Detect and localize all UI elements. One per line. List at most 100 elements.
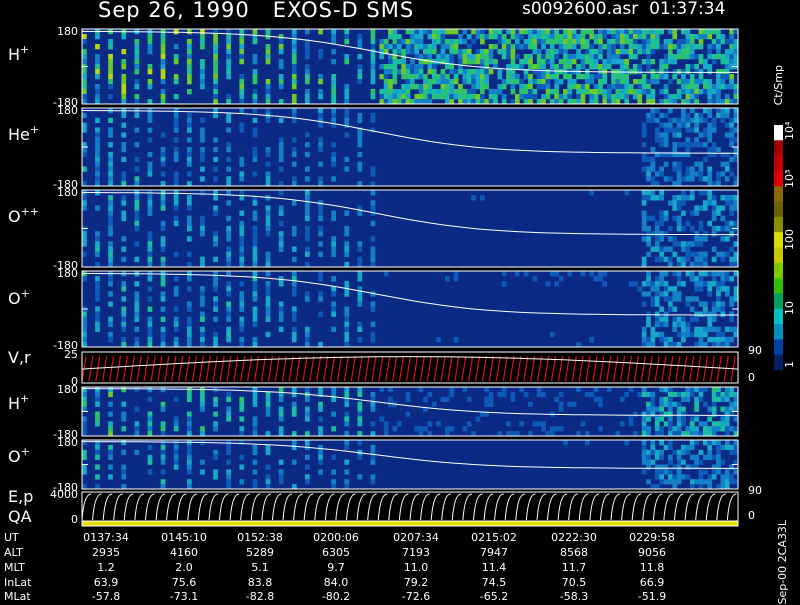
heatmap-cell: [134, 316, 140, 322]
heatmap-cell: [729, 44, 734, 50]
heatmap-cell: [252, 171, 258, 177]
heatmap-cell: [694, 316, 699, 322]
heatmap-cell: [681, 261, 686, 268]
footer-value: -58.3: [560, 590, 588, 600]
heatmap-cell: [121, 195, 127, 201]
heatmap-cell: [278, 44, 284, 50]
heatmap-cell: [252, 311, 258, 317]
heatmap-cell: [633, 49, 638, 55]
heatmap-cell: [654, 132, 660, 138]
heatmap-cell: [187, 59, 192, 65]
heatmap-cell: [95, 205, 100, 211]
heatmap-cell: [716, 205, 721, 211]
heatmap-cell: [318, 241, 323, 247]
heatmap-cell: [519, 421, 524, 427]
heatmap-cell: [239, 29, 245, 35]
heatmap-cell: [147, 316, 153, 322]
heatmap-cell: [672, 59, 678, 65]
heatmap-cell: [95, 261, 100, 268]
heatmap-cell: [698, 39, 704, 45]
heatmap-cell: [672, 142, 678, 148]
heatmap-cell: [458, 59, 463, 65]
heatmap-cell: [720, 271, 726, 277]
heatmap-cell: [668, 411, 673, 417]
heatmap-cell: [239, 401, 245, 407]
heatmap-cell: [506, 74, 511, 80]
heatmap-cell: [318, 205, 323, 211]
heatmap-cell: [589, 79, 594, 85]
heatmap-cell: [410, 74, 415, 80]
heatmap-cell: [331, 215, 336, 222]
heatmap-cell: [318, 94, 323, 100]
heatmap-cell: [187, 336, 192, 343]
heatmap-cell: [523, 89, 529, 95]
heatmap-cell: [82, 122, 87, 128]
heatmap-cell: [611, 44, 616, 50]
heatmap-cell: [357, 64, 363, 70]
heatmap-cell: [357, 69, 363, 75]
heatmap-cell: [160, 276, 166, 282]
heatmap-cell: [200, 127, 205, 133]
heatmap-cell: [344, 89, 350, 95]
heatmap-cell: [318, 444, 323, 451]
heatmap-cell: [523, 391, 529, 398]
heatmap-cell: [252, 94, 258, 100]
heatmap-cell: [724, 469, 730, 475]
heatmap-cell: [134, 341, 140, 348]
heatmap-cell: [685, 256, 691, 263]
heatmap-cell: [501, 94, 507, 100]
heatmap-cell: [471, 79, 476, 85]
heatmap-cell: [641, 440, 647, 446]
heatmap-cell: [82, 321, 87, 328]
footer-value: -51.9: [638, 590, 666, 600]
heatmap-cell: [278, 49, 284, 55]
heatmap-cell: [641, 469, 647, 475]
heatmap-cell: [187, 151, 192, 158]
heatmap-cell: [681, 49, 686, 55]
footer-row-label: ALT: [4, 546, 23, 559]
heatmap-cell: [357, 54, 363, 60]
heatmap-cell: [659, 331, 664, 338]
heatmap-cell: [291, 54, 297, 60]
heatmap-cell: [523, 84, 529, 90]
heatmap-cell: [239, 39, 245, 45]
heatmap-cell: [549, 74, 555, 80]
heatmap-cell: [554, 281, 559, 287]
heatmap-cell: [549, 49, 555, 55]
heatmap-cell: [545, 39, 551, 45]
heatmap-cell: [379, 64, 385, 70]
heatmap-cell: [598, 74, 603, 80]
heatmap-cell: [318, 341, 323, 348]
heatmap-cell: [567, 271, 573, 277]
heatmap-cell: [672, 74, 678, 80]
heatmap-cell: [703, 331, 708, 338]
heatmap-cell: [121, 142, 127, 148]
heatmap-cell: [344, 108, 350, 114]
heatmap-cell: [173, 137, 179, 143]
heatmap-cell: [379, 416, 385, 422]
heatmap-cell: [305, 69, 310, 75]
heatmap-cell: [466, 49, 472, 55]
heatmap-cell: [580, 44, 586, 50]
heatmap-cell: [584, 39, 590, 45]
heatmap-cell: [659, 69, 664, 75]
heatmap-cell: [646, 459, 651, 465]
heatmap-cell: [580, 34, 586, 40]
heatmap-cell: [654, 316, 660, 322]
heatmap-cell: [239, 74, 245, 80]
heatmap-cell: [318, 74, 323, 80]
heatmap-cell: [239, 301, 245, 307]
heatmap-cell: [357, 142, 363, 148]
heatmap-cell: [729, 195, 734, 201]
heatmap-cell: [703, 401, 708, 407]
heatmap-cell: [466, 396, 472, 402]
heatmap-cell: [82, 236, 87, 242]
heatmap-cell: [414, 426, 420, 432]
heatmap-cell: [82, 195, 87, 201]
heatmap-cell: [95, 416, 100, 422]
heatmap-cell: [716, 147, 721, 153]
heatmap-cell: [694, 94, 699, 100]
heatmap-cell: [108, 117, 113, 123]
heatmap-cell: [633, 79, 638, 85]
heatmap-cell: [414, 39, 420, 45]
